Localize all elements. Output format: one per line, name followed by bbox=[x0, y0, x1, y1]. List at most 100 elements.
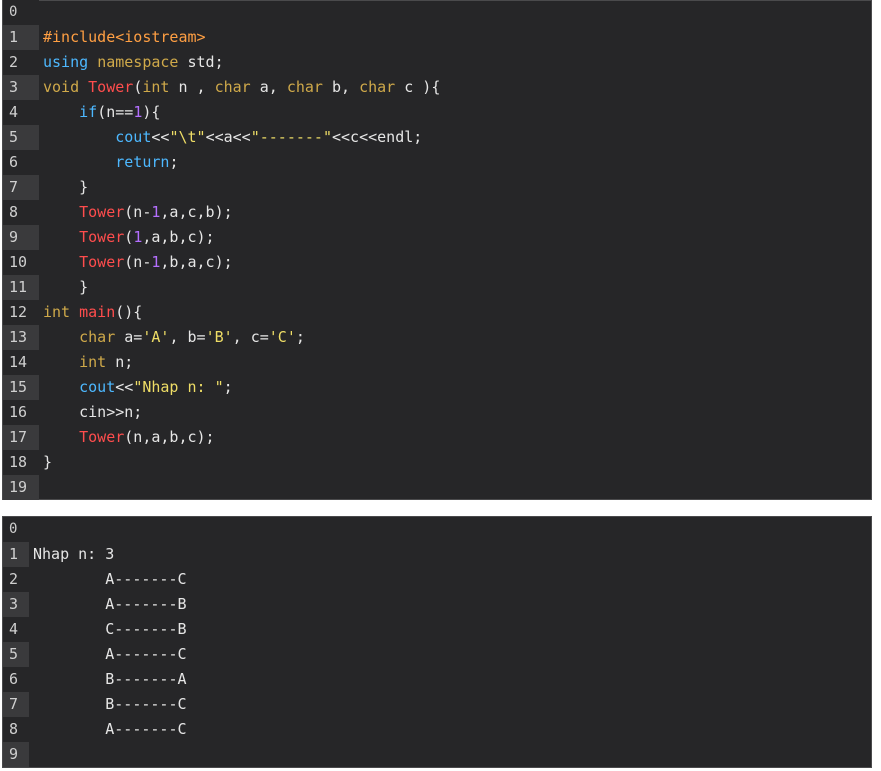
code-token: } bbox=[43, 178, 89, 196]
code-line: 16 cin>>n; bbox=[3, 400, 871, 425]
code-token: << bbox=[151, 128, 170, 146]
line-number: 3 bbox=[3, 75, 39, 100]
code-token: 'C' bbox=[268, 328, 296, 346]
output-line: 8 A-------C bbox=[3, 717, 871, 742]
code-token: n; bbox=[106, 353, 134, 371]
code-line: 12 int main(){ bbox=[3, 300, 871, 325]
line-number: 4 bbox=[3, 100, 39, 125]
code-line: 6 return; bbox=[3, 150, 871, 175]
code-token: int bbox=[142, 78, 170, 96]
code-token: , c= bbox=[232, 328, 269, 346]
code-token: (n- bbox=[124, 253, 152, 271]
line-number: 1 bbox=[3, 542, 29, 567]
code-text: if(n==1){ bbox=[39, 100, 160, 125]
code-token: cout bbox=[79, 378, 116, 396]
code-line: 13 char a='A', b='B', c='C'; bbox=[3, 325, 871, 350]
line-number: 6 bbox=[3, 150, 39, 175]
line-number: 16 bbox=[3, 400, 39, 425]
code-token: 1 bbox=[133, 228, 143, 246]
code-line: 15 cout<<"Nhap n: "; bbox=[3, 375, 871, 400]
output-text: A-------C bbox=[33, 570, 187, 588]
code-line: 0 bbox=[3, 0, 871, 25]
code-token: if bbox=[79, 103, 98, 121]
line-number: 3 bbox=[3, 592, 29, 617]
code-text: cout<<"Nhap n: "; bbox=[39, 375, 233, 400]
code-token: <<c<<endl; bbox=[332, 128, 423, 146]
output-text: B-------A bbox=[33, 670, 187, 688]
code-line: 5 cout<<"\t"<<a<<"-------"<<c<<endl; bbox=[3, 125, 871, 150]
output-console-panel[interactable]: 0 1 Nhap n: 32 A-------C 3 A-------B 4 C----… bbox=[2, 516, 872, 768]
code-token: Tower bbox=[79, 228, 125, 246]
output-line: 9 bbox=[3, 742, 871, 767]
line-number: 2 bbox=[3, 567, 29, 592]
code-line: 18} bbox=[3, 450, 871, 475]
code-token: ,a,b,c); bbox=[142, 228, 215, 246]
code-token: 'B' bbox=[205, 328, 233, 346]
line-number: 5 bbox=[3, 642, 29, 667]
code-line: 11 } bbox=[3, 275, 871, 300]
code-token: char bbox=[79, 328, 116, 346]
code-editor-panel[interactable]: 0 1 #include<iostream> 2 using namespace std… bbox=[2, 0, 872, 500]
code-text: #include<iostream> bbox=[39, 25, 206, 50]
code-lines: 0 1 #include<iostream> 2 using namespace std… bbox=[3, 0, 871, 500]
line-number: 2 bbox=[3, 50, 39, 75]
output-text: A-------C bbox=[33, 720, 187, 738]
output-lines: 0 1 Nhap n: 32 A-------C 3 A-------B 4 C----… bbox=[3, 517, 871, 767]
output-text: A-------B bbox=[33, 595, 187, 613]
output-line: 6 B-------A bbox=[3, 667, 871, 692]
code-text: int n; bbox=[39, 350, 133, 375]
code-token: main bbox=[79, 303, 116, 321]
output-line: 2 A-------C bbox=[3, 567, 871, 592]
code-text: cin>>n; bbox=[39, 400, 142, 425]
output-text: Nhap n: 3 bbox=[33, 545, 115, 563]
code-token: Tower bbox=[79, 203, 125, 221]
code-token: <<a<< bbox=[205, 128, 251, 146]
code-line: 10 Tower(n-1,b,a,c); bbox=[3, 250, 871, 275]
output-text: A-------C bbox=[33, 645, 187, 663]
code-token: 1 bbox=[133, 103, 143, 121]
code-token: cin>>n; bbox=[43, 403, 143, 421]
code-token: Tower bbox=[79, 428, 125, 446]
code-token: b, bbox=[322, 78, 360, 96]
line-number: 12 bbox=[3, 300, 39, 325]
code-token: c ){ bbox=[395, 78, 441, 96]
code-text: Tower(n,a,b,c); bbox=[39, 425, 214, 450]
code-line: 2 using namespace std; bbox=[3, 50, 871, 75]
code-text: using namespace std; bbox=[39, 50, 224, 75]
line-number: 7 bbox=[3, 175, 39, 200]
code-token: char bbox=[214, 78, 251, 96]
code-token: namespace bbox=[97, 53, 179, 71]
code-text: } bbox=[39, 450, 52, 475]
line-number: 8 bbox=[3, 200, 39, 225]
code-text: Tower(1,a,b,c); bbox=[39, 225, 215, 250]
code-token: #include<iostream> bbox=[43, 28, 206, 46]
code-text: } bbox=[39, 175, 88, 200]
code-line: 14 int n; bbox=[3, 350, 871, 375]
code-token: 'A' bbox=[142, 328, 170, 346]
code-text: void Tower(int n , char a, char b, char … bbox=[39, 75, 440, 100]
line-number: 13 bbox=[3, 325, 39, 350]
code-token: ; bbox=[295, 328, 305, 346]
line-number: 0 bbox=[3, 517, 29, 542]
code-token: "-------" bbox=[250, 128, 332, 146]
code-token: << bbox=[115, 378, 134, 396]
code-line: 17 Tower(n,a,b,c); bbox=[3, 425, 871, 450]
code-line: 4 if(n==1){ bbox=[3, 100, 871, 125]
code-text: cout<<"\t"<<a<<"-------"<<c<<endl; bbox=[39, 125, 422, 150]
code-token: ; bbox=[223, 378, 233, 396]
code-token: Tower bbox=[79, 253, 125, 271]
code-token: std; bbox=[178, 53, 224, 71]
